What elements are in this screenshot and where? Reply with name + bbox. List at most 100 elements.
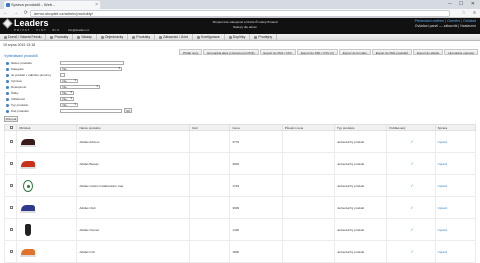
table-row: Adidas Oxenet 1430 Jednoduchý produkt ✓ …: [3, 218, 477, 241]
product-name[interactable]: Adidas Club: [76, 196, 191, 219]
visibility-select[interactable]: Vše: [60, 97, 74, 101]
shoe-thumbnail[interactable]: [19, 135, 37, 149]
product-original-price: [281, 174, 336, 197]
logo-text: Leaders: [14, 18, 49, 28]
shoe-sole: [20, 210, 37, 213]
filter-button[interactable]: Filtrovat: [4, 116, 18, 122]
address-bar-row: ← → ⟳ demo.shoptet.cz/admin/produkty/ ☆ …: [0, 9, 480, 18]
product-name[interactable]: Adidas F10: [76, 240, 191, 263]
labels-select[interactable]: Vše: [60, 91, 74, 95]
checkmark-icon[interactable]: ✓: [410, 249, 413, 254]
in-offer-checkbox[interactable]: [60, 73, 65, 77]
product-name[interactable]: Adidas Oxenet: [76, 218, 191, 241]
product-name[interactable]: Adidas Adizero: [76, 130, 191, 153]
bookmark-star-icon[interactable]: ☆: [462, 10, 466, 16]
shoe-thumbnail[interactable]: [19, 157, 37, 171]
product-name[interactable]: Adidas Celtics Collaboration Cap: [76, 174, 191, 197]
header-email: info@leaders.cz: [68, 28, 90, 32]
product-name[interactable]: Adidas Beauty: [76, 152, 191, 175]
tab-close-icon[interactable]: ×: [95, 1, 98, 9]
window-controls[interactable]: ─ ☐ ✕: [448, 1, 478, 7]
nav-item-addons[interactable]: Doplňky: [225, 34, 251, 40]
bulk-operations-button[interactable]: Hromadné operace: [444, 49, 478, 55]
nav-item-orders[interactable]: Objednávky: [97, 34, 129, 40]
nav-item-label: Sklady: [81, 35, 92, 39]
nav-item-products[interactable]: Produkty: [46, 34, 74, 40]
table-row: Adidas Celtics Collaboration Cap 1794 Je…: [3, 174, 477, 197]
product-original-price: [281, 240, 336, 263]
export-format-button[interactable]: Export do formátu: [338, 49, 371, 55]
edit-link[interactable]: Upravit: [438, 250, 448, 254]
product-type-select[interactable]: Vše: [60, 103, 78, 107]
warehouse-icon: [77, 35, 81, 39]
edit-link[interactable]: Upravit: [438, 184, 448, 188]
actions-cell: Upravit: [434, 218, 477, 241]
filter-label: Viditelnost: [11, 97, 25, 101]
nav-item-products-2[interactable]: Produkty: [128, 34, 156, 40]
favicon-icon: [6, 3, 10, 7]
shoe-thumbnail[interactable]: [19, 201, 37, 215]
export-xml-csv-button[interactable]: Export do XML / CSV: [259, 49, 296, 55]
puzzle-icon: [228, 35, 232, 39]
url-field[interactable]: demo.shoptet.cz/admin/produkty/: [30, 10, 450, 17]
nav-item-config[interactable]: Konfigurace: [193, 34, 225, 40]
filter-title[interactable]: Vyhledávání produktů: [4, 54, 38, 58]
browser-tab[interactable]: Správa produktů - Web... ×: [4, 1, 100, 9]
row-checkbox[interactable]: [10, 139, 14, 143]
row-checkbox[interactable]: [10, 249, 14, 253]
row-checkbox[interactable]: [10, 183, 14, 187]
nav-item-stores[interactable]: Prodejny: [250, 34, 278, 40]
shoe-sole: [20, 254, 37, 257]
filter-label: Štítky: [11, 91, 19, 95]
bulk-action-button[interactable]: Hromadná akce (v Excelu pro PDF): [203, 49, 259, 55]
published-cell: ✓: [386, 196, 436, 219]
table-row: Adidas Adizero 3779 Jednoduchý produkt ✓…: [3, 130, 477, 153]
manufacturer-select[interactable]: Vše: [60, 79, 78, 83]
jersey-thumbnail[interactable]: [19, 179, 37, 193]
checkmark-icon[interactable]: ✓: [410, 227, 413, 232]
export-stock-button[interactable]: Export do skladu: [412, 49, 444, 55]
export-xml-csv-2-button[interactable]: Export do XML / CSV (2): [296, 49, 338, 55]
main-navigation: Domů / Návrat Feedu Produkty Sklady Obje…: [0, 34, 480, 41]
edit-link[interactable]: Upravit: [438, 228, 448, 232]
logo[interactable]: Leaders PRIVAT · VINT · BIZ: [2, 18, 64, 33]
checkmark-icon[interactable]: ✓: [410, 161, 413, 166]
add-product-button[interactable]: Přidat nový: [179, 49, 203, 55]
checkmark-icon[interactable]: ✓: [410, 183, 413, 188]
product-code-input[interactable]: [60, 109, 122, 113]
filter-label: Typ produktu: [11, 103, 29, 107]
account-info[interactable]: Ovládací panel — zákazník | Nastavení: [415, 24, 476, 29]
category-select[interactable]: Vše: [60, 67, 122, 71]
checkmark-icon[interactable]: ✓: [410, 139, 413, 144]
code-search-button[interactable]: OK: [124, 108, 132, 113]
browser-nav-icons[interactable]: ← → ⟳: [3, 10, 30, 16]
published-cell: ✓: [386, 152, 436, 175]
row-checkbox[interactable]: [10, 161, 14, 165]
product-code: [189, 130, 231, 153]
product-image-cell: [16, 174, 78, 197]
nav-item-stock[interactable]: Sklady: [73, 34, 97, 40]
browser-menu-icon[interactable]: ≡: [473, 10, 476, 16]
availability-select[interactable]: Vše: [60, 85, 100, 89]
nav-item-home[interactable]: Domů / Návrat Feedu: [0, 34, 47, 40]
edit-link[interactable]: Upravit: [438, 162, 448, 166]
swimsuit-thumbnail[interactable]: [19, 223, 37, 237]
filter-row-code: Kód produktu: [6, 109, 59, 114]
checkmark-icon[interactable]: ✓: [410, 205, 413, 210]
product-code: [189, 174, 231, 197]
header-notice-line2: Nákupy dle admin: [232, 25, 257, 29]
table-row: Adidas Club 3999 Jednoduchý produkt ✓ Up…: [3, 196, 477, 219]
row-select-cell: [3, 240, 18, 263]
site-header: Leaders PRIVAT · VINT · BIZ info@leaders…: [0, 18, 480, 34]
export-products-button[interactable]: Export do XML produktů: [371, 49, 412, 55]
product-name-input[interactable]: [60, 61, 124, 65]
actions-cell: Upravit: [434, 152, 477, 175]
row-checkbox[interactable]: [10, 205, 14, 209]
product-code: [189, 196, 231, 219]
row-checkbox[interactable]: [10, 227, 14, 231]
edit-link[interactable]: Upravit: [438, 206, 448, 210]
nav-item-customers[interactable]: Zákaznici / Účet: [155, 34, 193, 40]
select-all-checkbox[interactable]: [10, 125, 14, 129]
edit-link[interactable]: Upravit: [438, 140, 448, 144]
shoe-thumbnail[interactable]: [19, 245, 37, 259]
